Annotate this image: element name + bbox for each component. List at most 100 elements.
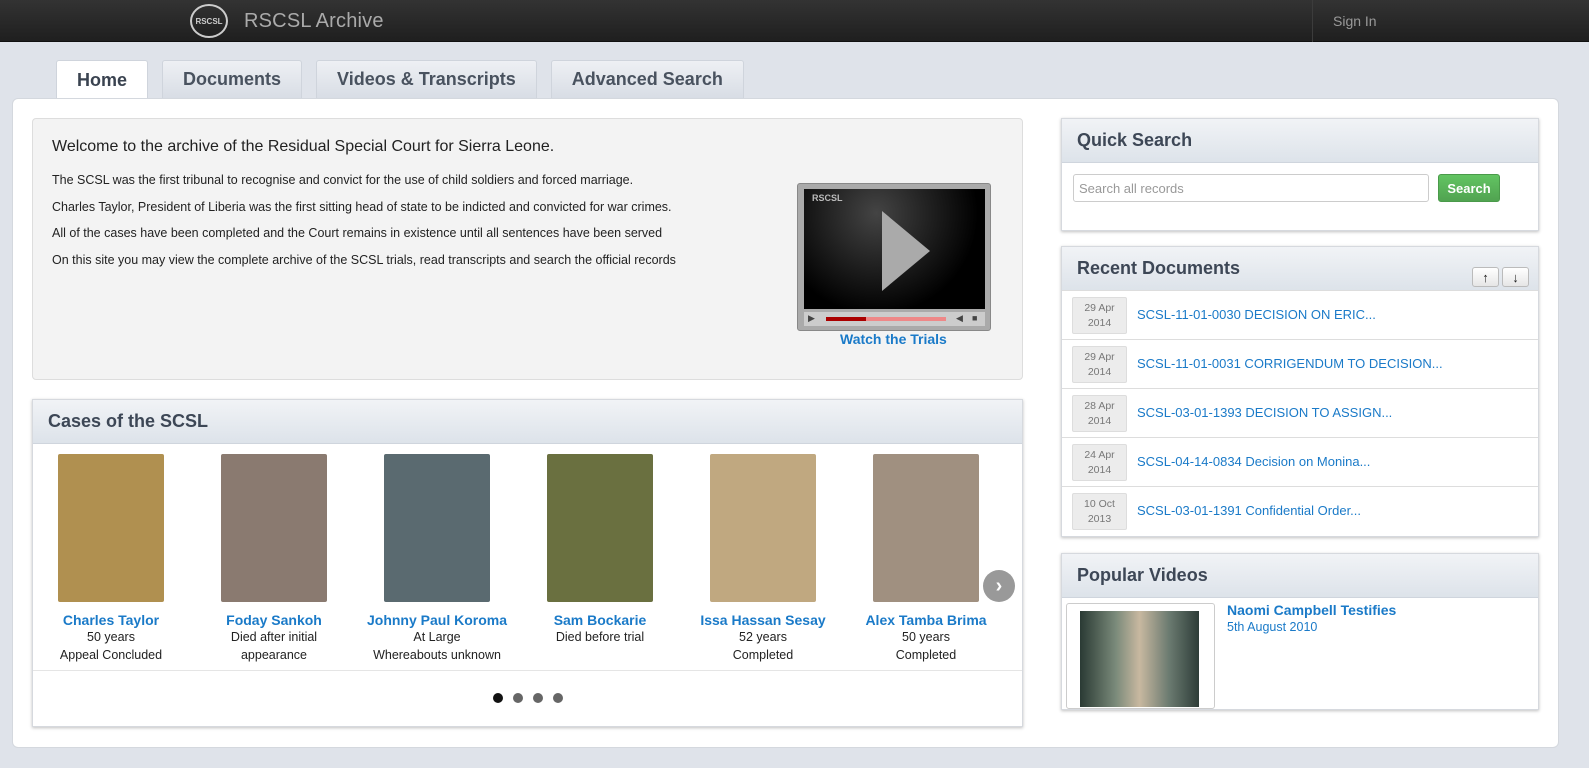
- play-small-icon[interactable]: ▶: [808, 313, 815, 324]
- welcome-paragraph: All of the cases have been completed and…: [52, 226, 663, 240]
- divider: [33, 670, 1022, 671]
- defendant-photo[interactable]: [873, 454, 979, 602]
- case-status-detail: appearance: [240, 648, 308, 662]
- document-row[interactable]: 28 Apr 2014 SCSL-03-01-1393 DECISION TO AS…: [1062, 388, 1538, 437]
- signin-container: Sign In: [1312, 0, 1377, 42]
- defendant-photo[interactable]: [384, 454, 490, 602]
- document-row[interactable]: 29 Apr 2014 SCSL-11-01-0031 CORRIGENDUM TO…: [1062, 339, 1538, 388]
- document-date-day: 29 Apr: [1084, 302, 1115, 314]
- case-status-detail: Whereabouts unknown: [373, 648, 501, 662]
- case-status: At Large: [413, 630, 461, 644]
- document-date-badge: 29 Apr 2014: [1072, 297, 1127, 334]
- tab-documents[interactable]: Documents: [162, 60, 303, 98]
- document-date-year: 2014: [1087, 415, 1112, 427]
- defendant-photo[interactable]: [547, 454, 653, 602]
- video-thumbnail-image[interactable]: [1080, 611, 1199, 707]
- search-input[interactable]: [1073, 174, 1429, 202]
- case-status-detail: Completed: [895, 648, 957, 662]
- document-date-year: 2013: [1087, 513, 1112, 525]
- quick-search-title: Quick Search: [1062, 119, 1538, 163]
- search-button[interactable]: Search: [1438, 174, 1500, 202]
- app-title: RSCSL Archive: [244, 9, 384, 32]
- popular-videos-panel: Popular Videos Naomi Campbell Testifies …: [1061, 553, 1539, 710]
- document-title-link[interactable]: SCSL-04-14-0834 Decision on Monina...: [1137, 454, 1370, 469]
- document-title-link[interactable]: SCSL-03-01-1391 Confidential Order...: [1137, 503, 1361, 518]
- document-row[interactable]: 10 Oct 2013 SCSL-03-01-1391 Confidential O…: [1062, 486, 1538, 535]
- carousel-dot[interactable]: [553, 693, 563, 703]
- carousel-dot[interactable]: [513, 693, 523, 703]
- document-date-year: 2014: [1087, 366, 1112, 378]
- tab-home[interactable]: Home: [56, 60, 149, 99]
- brand[interactable]: RSCSL RSCSL Archive: [190, 0, 384, 42]
- watch-trials-link[interactable]: Watch the Trials: [840, 331, 947, 347]
- stop-icon[interactable]: ■: [972, 313, 977, 323]
- defendant-photo[interactable]: [221, 454, 327, 602]
- cases-title: Cases of the SCSL: [33, 400, 1022, 444]
- video-player[interactable]: RSCSL ▶ ◀ ■: [797, 183, 991, 331]
- case-card[interactable]: Alex Tamba Brima 50 years Completed: [851, 454, 1001, 664]
- case-card[interactable]: Foday Sankoh Died after initial appearance: [199, 454, 349, 664]
- welcome-paragraph: Charles Taylor, President of Liberia was…: [52, 200, 672, 214]
- tab-advanced-search[interactable]: Advanced Search: [550, 60, 744, 98]
- document-date-day: 10 Oct: [1084, 498, 1115, 510]
- case-name-link[interactable]: Sam Bockarie: [525, 612, 675, 628]
- case-card[interactable]: Issa Hassan Sesay 52 years Completed: [688, 454, 838, 664]
- arrow-down-icon[interactable]: ↓: [1502, 267, 1529, 287]
- document-title-link[interactable]: SCSL-11-01-0031 CORRIGENDUM TO DECISION.…: [1137, 356, 1443, 371]
- main-tabs: Home Documents Videos & Transcripts Adva…: [56, 60, 744, 99]
- document-date-year: 2014: [1087, 317, 1112, 329]
- carousel-dot[interactable]: [533, 693, 543, 703]
- case-name-link[interactable]: Issa Hassan Sesay: [688, 612, 838, 628]
- defendant-photo[interactable]: [710, 454, 816, 602]
- document-date-badge: 28 Apr 2014: [1072, 395, 1127, 432]
- carousel-pager: [493, 693, 563, 703]
- document-row[interactable]: 29 Apr 2014 SCSL-11-01-0030 DECISION ON ER…: [1062, 290, 1538, 339]
- document-date-badge: 10 Oct 2013: [1072, 493, 1127, 530]
- case-card[interactable]: Sam Bockarie Died before trial: [525, 454, 675, 646]
- defendant-photo[interactable]: [58, 454, 164, 602]
- document-row[interactable]: 24 Apr 2014 SCSL-04-14-0834 Decision on Mo…: [1062, 437, 1538, 486]
- case-status: Died before trial: [555, 630, 645, 644]
- sign-in-link[interactable]: Sign In: [1333, 13, 1377, 29]
- case-name-link[interactable]: Foday Sankoh: [199, 612, 349, 628]
- tab-videos-transcripts[interactable]: Videos & Transcripts: [316, 60, 537, 98]
- case-status: 50 years: [87, 630, 135, 644]
- sort-controls: ↑ ↓: [1472, 267, 1529, 287]
- welcome-heading: Welcome to the archive of the Residual S…: [52, 138, 555, 155]
- popular-videos-title: Popular Videos: [1062, 554, 1538, 598]
- video-date: 5th August 2010: [1227, 620, 1318, 634]
- document-date-badge: 24 Apr 2014: [1072, 444, 1127, 481]
- arrow-up-icon[interactable]: ↑: [1472, 267, 1499, 287]
- case-name-link[interactable]: Johnny Paul Koroma: [362, 612, 512, 628]
- case-name-link[interactable]: Alex Tamba Brima: [851, 612, 1001, 628]
- case-status: 50 years: [902, 630, 950, 644]
- document-date-day: 29 Apr: [1084, 351, 1115, 363]
- document-title-link[interactable]: SCSL-03-01-1393 DECISION TO ASSIGN...: [1137, 405, 1392, 420]
- case-card[interactable]: Charles Taylor 50 years Appeal Concluded: [36, 454, 186, 664]
- scsl-seal-icon: RSCSL: [190, 4, 228, 38]
- carousel-next-icon[interactable]: ›: [983, 570, 1015, 602]
- play-icon[interactable]: [882, 211, 930, 291]
- case-status: Died after initial: [230, 630, 318, 644]
- video-title-link[interactable]: Naomi Campbell Testifies: [1227, 602, 1396, 618]
- document-date-year: 2014: [1087, 464, 1112, 476]
- case-card[interactable]: Johnny Paul Koroma At Large Whereabouts un…: [362, 454, 512, 664]
- video-thumbnail[interactable]: [1066, 603, 1215, 709]
- document-date-badge: 29 Apr 2014: [1072, 346, 1127, 383]
- case-status-detail: Completed: [732, 648, 794, 662]
- seek-progress: [826, 317, 866, 321]
- welcome-paragraph: The SCSL was the first tribunal to recog…: [52, 173, 634, 187]
- quick-search-panel: Quick Search Search: [1061, 118, 1539, 231]
- document-date-day: 28 Apr: [1084, 400, 1115, 412]
- video-screen[interactable]: RSCSL: [804, 189, 985, 309]
- player-seal-icon: RSCSL: [812, 193, 843, 203]
- volume-icon[interactable]: ◀: [956, 313, 963, 324]
- top-navbar: RSCSL RSCSL Archive Sign In: [0, 0, 1589, 42]
- case-name-link[interactable]: Charles Taylor: [36, 612, 186, 628]
- document-date-day: 24 Apr: [1084, 449, 1115, 461]
- recent-documents-title: Recent Documents: [1062, 247, 1538, 291]
- carousel-dot[interactable]: [493, 693, 503, 703]
- document-title-link[interactable]: SCSL-11-01-0030 DECISION ON ERIC...: [1137, 307, 1376, 322]
- seek-bar[interactable]: [826, 317, 946, 321]
- case-status-detail: Appeal Concluded: [59, 648, 163, 662]
